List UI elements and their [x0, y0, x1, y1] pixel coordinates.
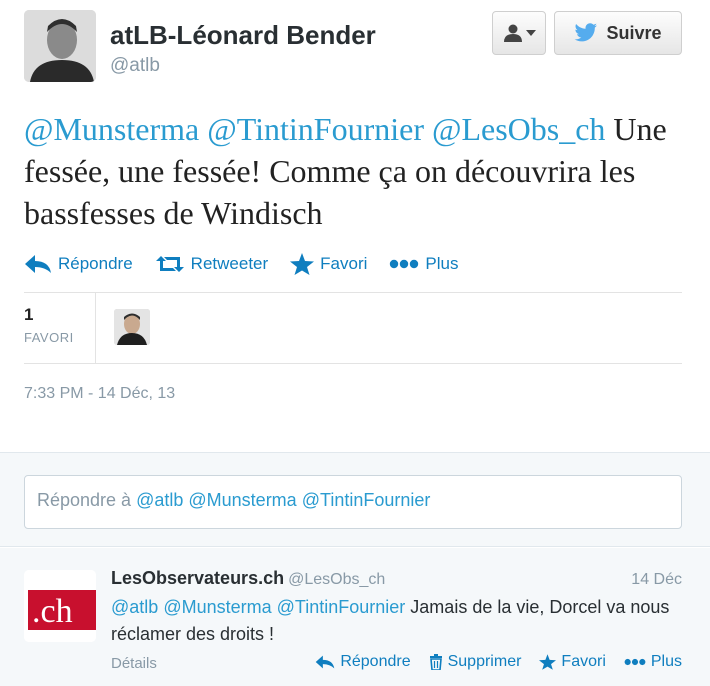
more-button[interactable]: Plus [624, 653, 682, 671]
more-dots-icon [624, 658, 646, 666]
avatar[interactable] [24, 10, 96, 82]
favorite-button[interactable]: Favori [539, 653, 606, 671]
reply-tweet: .ch LesObservateurs.ch @LesObs_ch 14 Déc … [0, 548, 710, 686]
profile-photo [24, 10, 96, 82]
reply-actions: Répondre Supprimer Favori Plus [315, 653, 682, 671]
reply-date[interactable]: 14 Déc [631, 571, 682, 589]
details-link[interactable]: Détails [111, 655, 157, 672]
reply-section: Répondre à @atlb @Munsterma @TintinFourn… [0, 452, 710, 547]
favoriter-photo [114, 309, 150, 345]
logo-text: .ch [32, 593, 73, 630]
reply-mention: @TintinFournier [301, 490, 431, 510]
reply-icon [25, 255, 51, 273]
retweet-button[interactable]: Retweeter [155, 254, 268, 274]
reply-input[interactable]: Répondre à @atlb @Munsterma @TintinFourn… [24, 475, 682, 529]
user-actions-dropdown[interactable] [492, 11, 546, 55]
tweet-stats: 1 FAVORI [24, 293, 682, 363]
tweet-main: atLB-Léonard Bender @atlb Suivre @Munste… [0, 0, 710, 452]
favorite-button[interactable]: Favori [290, 253, 367, 275]
author-handle[interactable]: @atlb [110, 55, 160, 77]
twitter-bird-icon [574, 23, 598, 42]
reply-prefix: Répondre à [37, 490, 137, 510]
reply-button[interactable]: Répondre [315, 653, 411, 671]
reply-avatar[interactable]: .ch [24, 570, 96, 642]
follow-button[interactable]: Suivre [554, 11, 682, 55]
star-icon [290, 253, 315, 275]
more-label: Plus [425, 254, 459, 273]
retweet-label: Retweeter [190, 254, 269, 273]
favorites-count[interactable]: 1 [24, 305, 33, 325]
favorites-label: FAVORI [24, 330, 74, 345]
user-icon [503, 24, 522, 42]
reply-mention: @atlb [136, 490, 184, 510]
stats-separator [95, 293, 96, 363]
reply-icon [316, 655, 335, 669]
trash-icon [429, 654, 442, 670]
reply-author-name: LesObservateurs.ch [111, 568, 285, 588]
favoriter-avatar[interactable] [114, 309, 150, 345]
divider [24, 363, 682, 364]
tweet-actions: Répondre Retweeter Favori Plus [24, 250, 480, 278]
delete-button[interactable]: Supprimer [429, 653, 522, 671]
reply-button[interactable]: Répondre [24, 254, 133, 274]
follow-label: Suivre [606, 22, 662, 43]
star-icon [539, 654, 557, 670]
tweet-timestamp[interactable]: 7:33 PM - 14 Déc, 13 [24, 385, 175, 403]
tweet-text: @Munsterma @TintinFournier @LesObs_ch Un… [24, 108, 694, 234]
delete-label: Supprimer [447, 653, 522, 670]
more-label: Plus [650, 653, 682, 670]
more-button[interactable]: Plus [389, 254, 458, 274]
reply-author-handle: @LesObs_ch [288, 571, 386, 588]
favorite-label: Favori [320, 254, 368, 273]
reply-mention: @Munsterma [188, 490, 297, 510]
reply-text: @atlb @Munsterma @TintinFournier Jamais … [111, 594, 671, 648]
favorite-label: Favori [561, 653, 606, 670]
mention-link[interactable]: @Munsterma [163, 597, 271, 617]
reply-label: Répondre [58, 254, 133, 273]
lesobservateurs-logo: .ch [24, 570, 96, 642]
reply-label: Répondre [340, 653, 411, 670]
caret-down-icon [525, 30, 536, 36]
mention-link[interactable]: @TintinFournier [207, 111, 424, 147]
mention-link[interactable]: @TintinFournier [277, 597, 406, 617]
mention-link[interactable]: @LesObs_ch [432, 111, 605, 147]
author-name[interactable]: atLB-Léonard Bender [110, 20, 376, 51]
retweet-icon [155, 256, 184, 272]
more-dots-icon [390, 259, 419, 269]
mention-link[interactable]: @Munsterma [24, 111, 199, 147]
mention-link[interactable]: @atlb [111, 597, 158, 617]
reply-author[interactable]: LesObservateurs.ch @LesObs_ch [111, 568, 385, 589]
